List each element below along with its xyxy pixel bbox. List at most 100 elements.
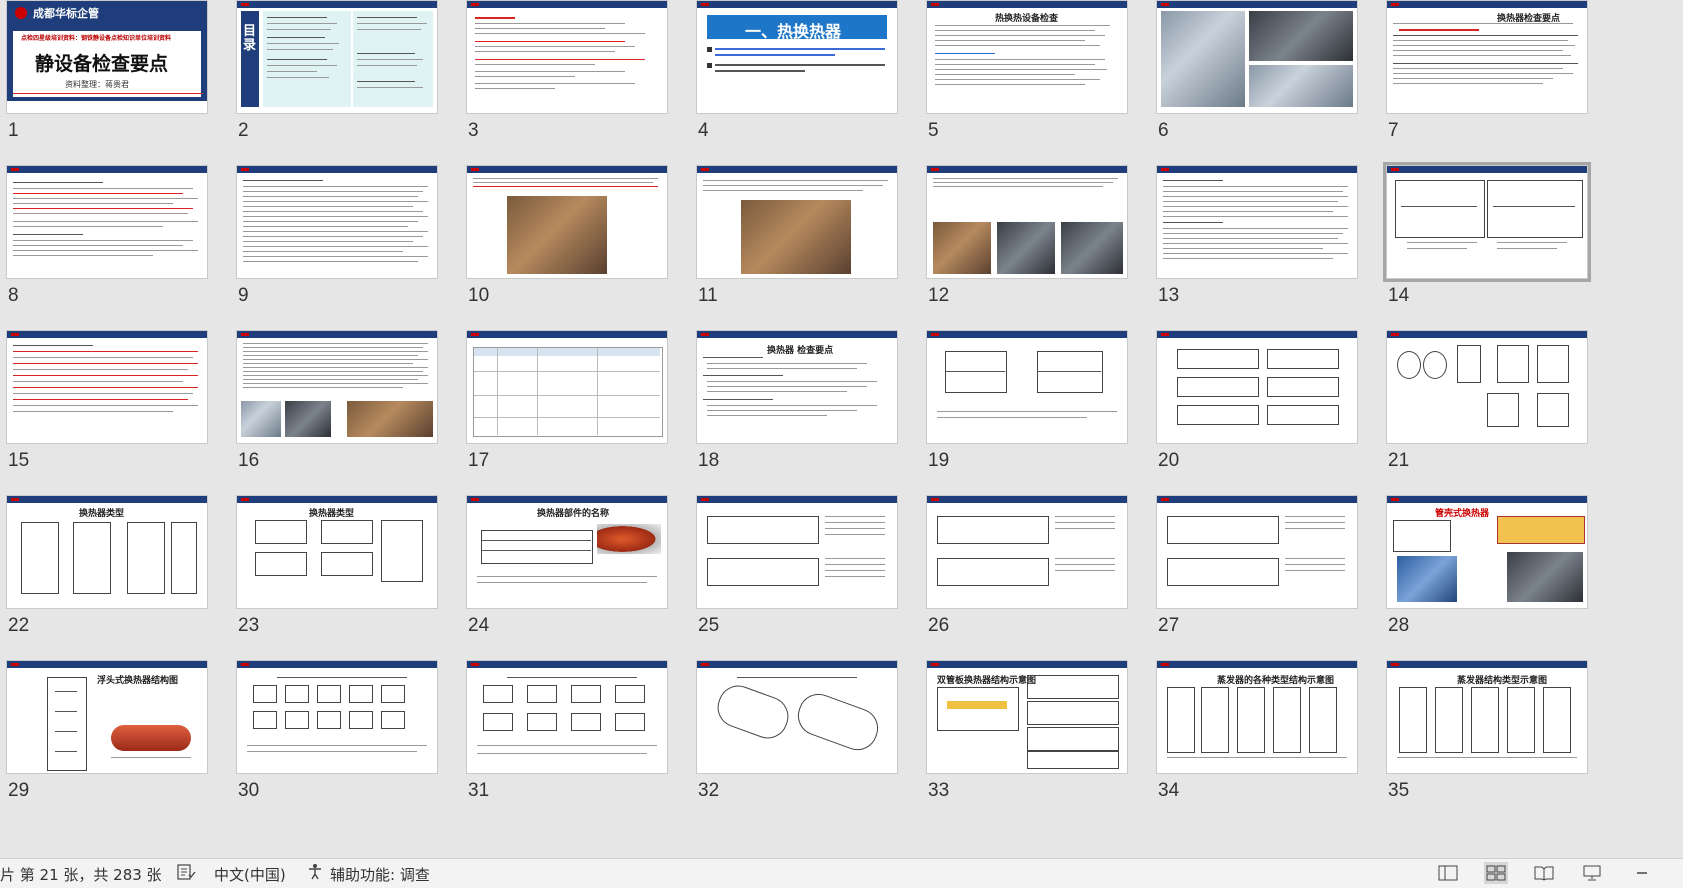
slide-number: 11 — [698, 285, 718, 306]
slide-thumb-31[interactable]: 31 — [462, 660, 707, 832]
accessibility-icon[interactable] — [306, 863, 326, 885]
slide-thumb-10[interactable]: 10 — [462, 165, 707, 337]
slide-thumb-5[interactable]: 热换热设备检查 5 — [922, 0, 1167, 172]
slide-number: 33 — [928, 780, 950, 801]
slide-thumb-6[interactable]: 6 — [1152, 0, 1397, 172]
slide-thumb-30[interactable]: 30 — [232, 660, 477, 832]
slide-thumb-9[interactable]: 9 — [232, 165, 477, 337]
slide-number: 2 — [238, 120, 249, 141]
slide-number: 14 — [1388, 285, 1410, 306]
slide-number: 35 — [1388, 780, 1410, 801]
slide-number: 12 — [928, 285, 950, 306]
slide-number: 34 — [1158, 780, 1180, 801]
slide-number: 24 — [468, 615, 490, 636]
slide-number: 27 — [1158, 615, 1180, 636]
slide-thumb-12[interactable]: 12 — [922, 165, 1167, 337]
slide-thumb-24[interactable]: 换热器部件的名称 24 — [462, 495, 707, 667]
slide-number: 22 — [8, 615, 30, 636]
slide-thumb-23[interactable]: 换热器类型 23 — [232, 495, 477, 667]
slide-number: 5 — [928, 120, 939, 141]
slide-count-text: 片 第 21 张，共 283 张 — [0, 866, 162, 884]
slide35-title: 蒸发器结构类型示意图 — [1457, 676, 1548, 686]
status-bar: 片 第 21 张，共 283 张 中文(中国) 辅助功能: 调查 — [0, 858, 1683, 888]
slide33-title: 双管板换热器结构示意图 — [937, 676, 1037, 686]
slide-number: 28 — [1388, 615, 1410, 636]
slide-thumb-35[interactable]: 蒸发器结构类型示意图 35 — [1382, 660, 1627, 832]
notes-spellcheck-icon[interactable] — [176, 863, 196, 885]
slide-number: 16 — [238, 450, 260, 471]
slide-thumb-8[interactable]: 8 — [2, 165, 247, 337]
slide-number: 20 — [1158, 450, 1180, 471]
slide-number: 30 — [238, 780, 260, 801]
slideshow-icon[interactable] — [1580, 862, 1604, 884]
slide-number: 19 — [928, 450, 950, 471]
slide1-author: 资料整理：蒋贵君 — [65, 80, 129, 89]
accessibility-status[interactable]: 辅助功能: 调查 — [330, 864, 430, 885]
slide-thumb-26[interactable]: 26 — [922, 495, 1167, 667]
slide-thumb-25[interactable]: 25 — [692, 495, 937, 667]
slide-thumb-7[interactable]: 换热器检查要点 7 — [1382, 0, 1627, 172]
slide-number: 10 — [468, 285, 490, 306]
slide-number: 31 — [468, 780, 490, 801]
slide-number: 29 — [8, 780, 30, 801]
slide2-title: 目录 — [243, 24, 257, 53]
slide4-title: 一、热换热器 — [745, 22, 842, 41]
slide-thumb-3[interactable]: 3 — [462, 0, 707, 172]
slide-thumb-20[interactable]: 20 — [1152, 330, 1397, 502]
slide22-title: 换热器类型 — [79, 509, 125, 519]
slide-thumb-19[interactable]: 19 — [922, 330, 1167, 502]
slide1-title: 静设备检查要点 — [35, 53, 169, 75]
slide-number: 18 — [698, 450, 720, 471]
slide-number: 21 — [1388, 450, 1410, 471]
slide-number: 4 — [698, 120, 709, 141]
slide24-title: 换热器部件的名称 — [537, 509, 610, 519]
slide-sorter-icon[interactable] — [1484, 862, 1508, 884]
slide-thumb-4[interactable]: 一、热换热器 4 — [692, 0, 937, 172]
slide-number: 9 — [238, 285, 249, 306]
slide-thumb-11[interactable]: 11 — [692, 165, 937, 337]
slide-thumb-33[interactable]: 双管板换热器结构示意图 33 — [922, 660, 1167, 832]
slide18-title: 换热器 检查要点 — [767, 346, 834, 356]
slide-thumb-1[interactable]: 成都华标企管 点检四星级培训资料：钢铁静设备点检知识单位培训资料 静设备检查要点… — [2, 0, 247, 172]
slide-number: 3 — [468, 120, 479, 141]
slide5-title: 热换热设备检查 — [995, 14, 1059, 24]
slide-number: 6 — [1158, 120, 1169, 141]
slide-number: 1 — [8, 120, 19, 141]
normal-view-icon[interactable] — [1436, 862, 1460, 884]
slide-number: 25 — [698, 615, 720, 636]
slide-thumb-17[interactable]: 17 — [462, 330, 707, 502]
slide-number: 7 — [1388, 120, 1399, 141]
logo-icon — [15, 7, 27, 19]
slide-thumb-14[interactable]: 14 — [1382, 162, 1627, 337]
slide-number: 32 — [698, 780, 720, 801]
slide34-title: 蒸发器的各种类型结构示意图 — [1217, 676, 1335, 686]
language-indicator[interactable]: 中文(中国) — [214, 864, 286, 885]
slide-number: 23 — [238, 615, 260, 636]
slide-thumb-13[interactable]: 13 — [1152, 165, 1397, 337]
brand-name: 成都华标企管 — [33, 7, 99, 20]
slide29-title: 浮头式换热器结构图 — [97, 676, 179, 686]
slide-thumb-28[interactable]: 管壳式换热器 28 — [1382, 495, 1627, 667]
slide-thumb-21[interactable]: 21 — [1382, 330, 1627, 502]
slide1-subtitle: 点检四星级培训资料：钢铁静设备点检知识单位培训资料 — [21, 35, 172, 42]
slide-thumb-27[interactable]: 27 — [1152, 495, 1397, 667]
slide-number: 13 — [1158, 285, 1180, 306]
reading-view-icon[interactable] — [1532, 862, 1556, 884]
slide-number: 8 — [8, 285, 19, 306]
vertical-scrollbar[interactable] — [1669, 0, 1683, 858]
slide-thumb-32[interactable]: 32 — [692, 660, 937, 832]
slide-thumb-2[interactable]: 目录 2 — [232, 0, 477, 172]
slide28-title: 管壳式换热器 — [1435, 509, 1490, 519]
slide-number: 26 — [928, 615, 950, 636]
slide-sorter: 成都华标企管 点检四星级培训资料：钢铁静设备点检知识单位培训资料 静设备检查要点… — [0, 0, 1683, 858]
slide-thumb-15[interactable]: 15 — [2, 330, 247, 502]
slide-number: 15 — [8, 450, 30, 471]
zoom-minus-icon[interactable] — [1630, 862, 1654, 884]
slide-thumb-16[interactable]: 16 — [232, 330, 477, 502]
slide-number: 17 — [468, 450, 490, 471]
slide-thumb-29[interactable]: 浮头式换热器结构图 29 — [2, 660, 247, 832]
slide-thumb-22[interactable]: 换热器类型 22 — [2, 495, 247, 667]
slide23-title: 换热器类型 — [309, 509, 355, 519]
slide-thumb-18[interactable]: 换热器 检查要点 18 — [692, 330, 937, 502]
slide-thumb-34[interactable]: 蒸发器的各种类型结构示意图 34 — [1152, 660, 1397, 832]
